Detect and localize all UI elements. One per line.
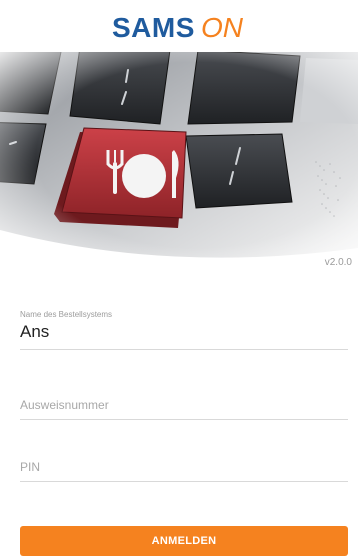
logo-text-primary: SAMS	[112, 12, 195, 43]
id-number-field-group	[20, 395, 348, 420]
login-screen: SAMS ON v2.0.0 Name des Bestellsystems A…	[0, 0, 358, 556]
system-name-label: Name des Bestellsystems	[20, 310, 113, 319]
system-name-underline	[20, 349, 348, 350]
system-name-field-group: Name des Bestellsystems	[20, 310, 348, 350]
app-version: v2.0.0	[324, 257, 352, 268]
samson-logo-mark: SAMS ON	[112, 12, 244, 43]
system-name-input[interactable]	[20, 320, 348, 344]
pin-input[interactable]	[20, 457, 348, 477]
id-number-underline	[20, 419, 348, 420]
samson-logo: SAMS ON	[0, 4, 358, 48]
logo-text-secondary: ON	[201, 12, 244, 43]
hero-keyboard-image	[0, 52, 358, 258]
pin-underline	[20, 481, 348, 482]
login-button[interactable]: ANMELDEN	[20, 526, 348, 556]
id-number-input[interactable]	[20, 395, 348, 415]
keyboard-illustration	[0, 52, 358, 258]
pin-field-group	[20, 457, 348, 482]
